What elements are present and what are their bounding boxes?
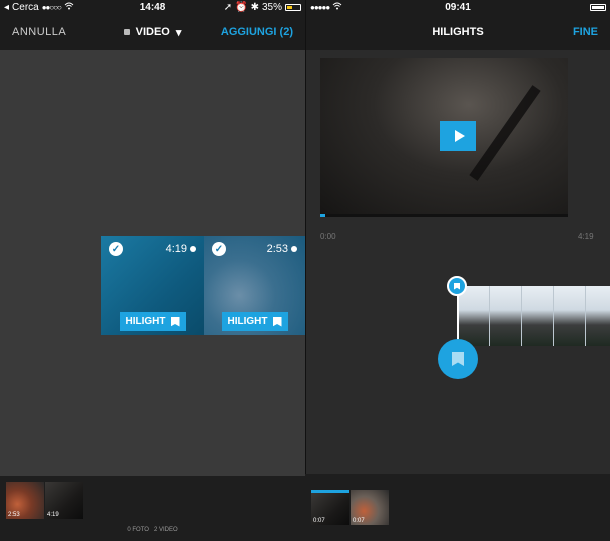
total-time: 4:19 [578,232,594,241]
playhead-line[interactable] [457,292,459,342]
hilight-tag-icon [452,352,464,366]
hilight-tag-icon [170,316,180,327]
nav-bar: HILIGHTS FINE [306,14,610,50]
record-dot-icon [190,246,196,252]
tray-thumbnail[interactable]: 4:19 [45,482,83,519]
bluetooth-icon: ✱ [250,1,259,13]
battery-percent: 35% [261,1,282,13]
page-title: HILIGHTS [432,26,484,38]
signal-icon: ●●●●● [310,2,330,12]
clip-duration-text: 2:53 [266,243,288,255]
battery-icon [285,3,301,11]
hilight-button-label: HILIGHT [227,316,268,327]
video-clip-2[interactable]: ✓ 2:53 HILIGHT [204,236,305,335]
hilight-button-label: HILIGHT [125,316,166,327]
playhead-handle[interactable] [447,276,467,296]
play-button[interactable] [440,121,476,151]
thumbnail-duration: 4:19 [47,512,59,518]
tray-thumbnail[interactable]: 2:53 [6,482,44,519]
timeline-filmstrip[interactable] [458,286,610,346]
selection-count: 0 FOTO 2 VIDEO [0,527,305,533]
filmstrip-frame [554,286,586,346]
check-icon[interactable]: ✓ [109,242,123,256]
tray-thumbnail[interactable]: 0:07 [351,490,389,525]
location-icon: ➚ [223,1,233,13]
left-screen: ◂ Cerca ●●○○○ 14:48 ➚ ⏰ ✱ 35% ANNULLA VI… [0,0,305,541]
filmstrip-frame [490,286,522,346]
hilight-tag-icon [272,316,282,327]
clip-duration: 2:53 [267,243,297,255]
filmstrip-frame [586,286,610,346]
signal-icon: ●●○○○ [41,2,62,12]
wifi-icon [332,2,342,13]
thumbnail-duration: 2:53 [8,512,20,518]
back-arrow-icon[interactable]: ◂ [4,2,9,13]
cancel-button[interactable]: ANNULLA [12,26,66,38]
tray-thumbnail[interactable]: 0:07 [311,490,349,525]
alarm-icon: ⏰ [235,1,248,13]
filmstrip-frame [522,286,554,346]
video-clip-1[interactable]: ✓ 4:19 HILIGHT [101,236,204,335]
clock: 09:41 [445,1,471,13]
filmstrip-frame [458,286,490,346]
status-bar: ●●●●● 09:41 [306,0,610,14]
battery-icon [590,3,606,11]
progress-fill [320,214,325,217]
play-icon [454,130,465,142]
add-hilight-button[interactable] [438,339,478,379]
record-dot-icon [291,246,297,252]
status-bar: ◂ Cerca ●●○○○ 14:48 ➚ ⏰ ✱ 35% [0,0,305,14]
wifi-icon [64,2,74,13]
nav-bar: ANNULLA VIDEO ▾ AGGIUNGI (2) [0,14,305,50]
hilight-button[interactable]: HILIGHT [221,312,288,331]
video-icon [123,29,130,35]
page-title: VIDEO [135,26,170,38]
photo-count: 0 FOTO [127,527,149,533]
clip-tray: 0:07 0:07 [305,474,610,541]
clip-duration-text: 4:19 [165,243,187,255]
check-icon[interactable]: ✓ [212,242,226,256]
playback-progress-bar[interactable] [320,214,568,217]
clip-duration: 4:19 [166,243,196,255]
selection-tray: 2:53 4:19 0 FOTO 2 VIDEO [0,476,305,541]
thumbnail-duration: 0:07 [353,518,365,524]
thumbnail-duration: 0:07 [313,518,325,524]
done-button[interactable]: FINE [573,26,598,38]
chevron-down-icon: ▾ [175,26,182,39]
add-button[interactable]: AGGIUNGI (2) [221,26,293,38]
carrier-label: Cerca [12,1,39,13]
hilight-tag-icon [454,282,460,290]
current-time: 0:00 [320,232,336,241]
hilight-button[interactable]: HILIGHT [119,312,186,331]
video-count: 2 VIDEO [153,527,178,533]
